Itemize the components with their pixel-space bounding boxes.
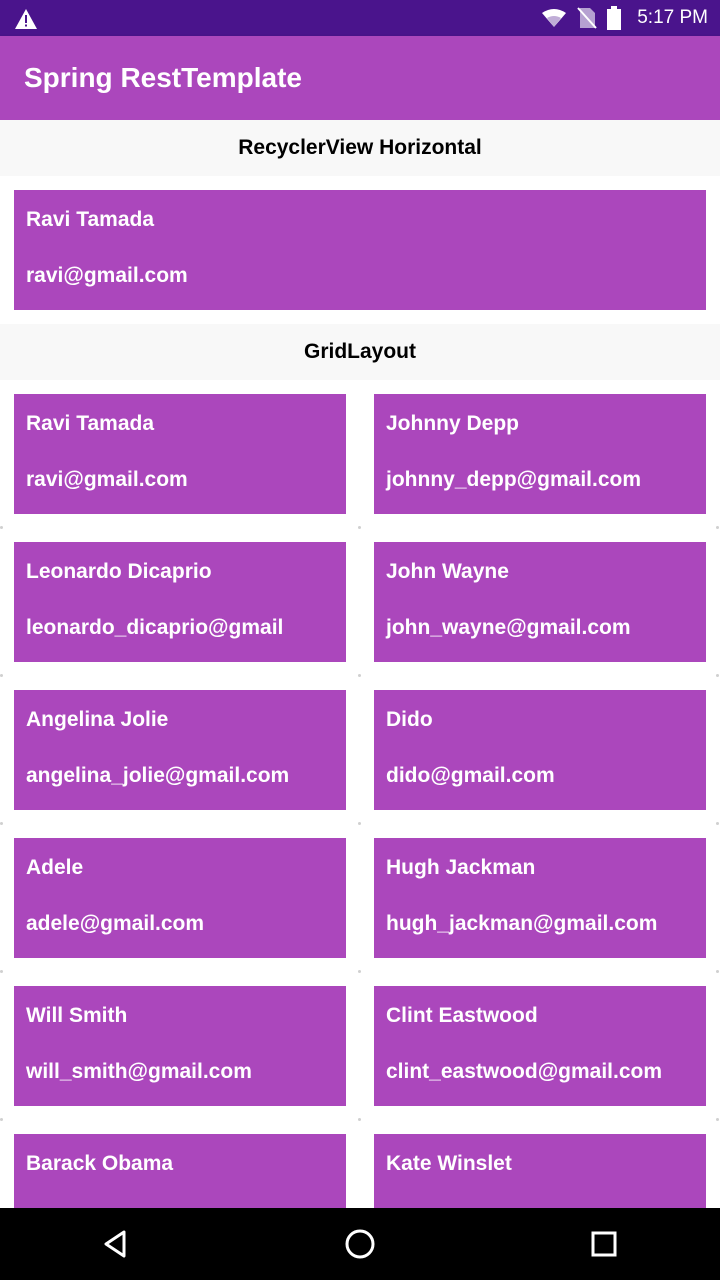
- grid-divider-dot: [0, 970, 3, 973]
- status-bar: 5:17 PM: [0, 0, 720, 36]
- card-name: Johnny Depp: [386, 412, 520, 435]
- card-name: Ravi Tamada: [26, 412, 154, 435]
- grid-divider-dot: [358, 674, 361, 677]
- card-name: Barack Obama: [26, 1152, 174, 1175]
- card-email: adele@gmail.com: [26, 912, 205, 935]
- recents-icon[interactable]: [584, 1224, 624, 1264]
- card-email: clint_eastwood@gmail.com: [386, 1060, 663, 1083]
- grid-card[interactable]: Leonardo Dicaprio leonardo_dicaprio@gmai…: [14, 542, 346, 662]
- grid-divider-dot: [716, 822, 719, 825]
- card-name: John Wayne: [386, 560, 509, 583]
- card-email: ravi@gmail.com: [26, 468, 188, 491]
- card-email: john_wayne@gmail.com: [386, 616, 631, 639]
- card-email: dido@gmail.com: [386, 764, 555, 787]
- grid-divider-dot: [716, 1118, 719, 1121]
- recycler-card[interactable]: Ravi Tamada ravi@gmail.com: [14, 190, 706, 310]
- content[interactable]: RecyclerView Horizontal Ravi Tamada ravi…: [0, 120, 720, 1208]
- grid-divider-dot: [358, 970, 361, 973]
- card-name: Angelina Jolie: [26, 708, 169, 731]
- grid-card[interactable]: Hugh Jackman hugh_jackman@gmail.com: [374, 838, 706, 958]
- grid-divider-dot: [358, 1118, 361, 1121]
- grid-card[interactable]: John Wayne john_wayne@gmail.com: [374, 542, 706, 662]
- status-icons: 5:17 PM: [541, 0, 708, 36]
- navigation-bar: [0, 1208, 720, 1280]
- grid-card[interactable]: Kate Winslet: [374, 1134, 706, 1208]
- grid-divider-dot: [358, 526, 361, 529]
- warning-icon: [15, 9, 37, 29]
- no-sim-icon: [577, 7, 597, 29]
- grid-divider-dot: [0, 822, 3, 825]
- card-email: leonardo_dicaprio@gmail: [26, 616, 284, 639]
- grid-card[interactable]: Ravi Tamada ravi@gmail.com: [14, 394, 346, 514]
- card-email: ravi@gmail.com: [26, 264, 188, 287]
- battery-icon: [607, 6, 622, 30]
- card-email: hugh_jackman@gmail.com: [386, 912, 658, 935]
- card-name: Dido: [386, 708, 433, 731]
- app-bar: Spring RestTemplate: [0, 36, 720, 120]
- recyclerview-header: RecyclerView Horizontal: [0, 120, 720, 176]
- grid-card[interactable]: Will Smith will_smith@gmail.com: [14, 986, 346, 1106]
- card-name: Leonardo Dicaprio: [26, 560, 212, 583]
- card-name: Hugh Jackman: [386, 856, 536, 879]
- grid-card[interactable]: Barack Obama: [14, 1134, 346, 1208]
- app-title: Spring RestTemplate: [24, 62, 302, 93]
- grid-divider-dot: [716, 674, 719, 677]
- gridlayout-header: GridLayout: [0, 324, 720, 380]
- wifi-icon: [542, 9, 567, 27]
- card-name: Adele: [26, 856, 84, 879]
- card-email: will_smith@gmail.com: [26, 1060, 252, 1083]
- card-name: Will Smith: [26, 1004, 128, 1027]
- card-email: johnny_depp@gmail.com: [386, 468, 642, 491]
- grid-divider-dot: [716, 970, 719, 973]
- card-name: Kate Winslet: [386, 1152, 512, 1175]
- back-icon[interactable]: [96, 1224, 136, 1264]
- grid-divider-dot: [0, 526, 3, 529]
- grid-card[interactable]: Dido dido@gmail.com: [374, 690, 706, 810]
- grid-divider-dot: [0, 674, 3, 677]
- grid-card[interactable]: Clint Eastwood clint_eastwood@gmail.com: [374, 986, 706, 1106]
- card-name: Ravi Tamada: [26, 208, 154, 231]
- card-email: angelina_jolie@gmail.com: [26, 764, 290, 787]
- card-name: Clint Eastwood: [386, 1004, 538, 1027]
- grid-divider-dot: [716, 526, 719, 529]
- grid-card[interactable]: Adele adele@gmail.com: [14, 838, 346, 958]
- home-icon[interactable]: [340, 1224, 380, 1264]
- grid-divider-dot: [358, 822, 361, 825]
- grid-card[interactable]: Angelina Jolie angelina_jolie@gmail.com: [14, 690, 346, 810]
- grid-divider-dot: [0, 1118, 3, 1121]
- status-time: 5:17 PM: [637, 7, 708, 28]
- grid-card[interactable]: Johnny Depp johnny_depp@gmail.com: [374, 394, 706, 514]
